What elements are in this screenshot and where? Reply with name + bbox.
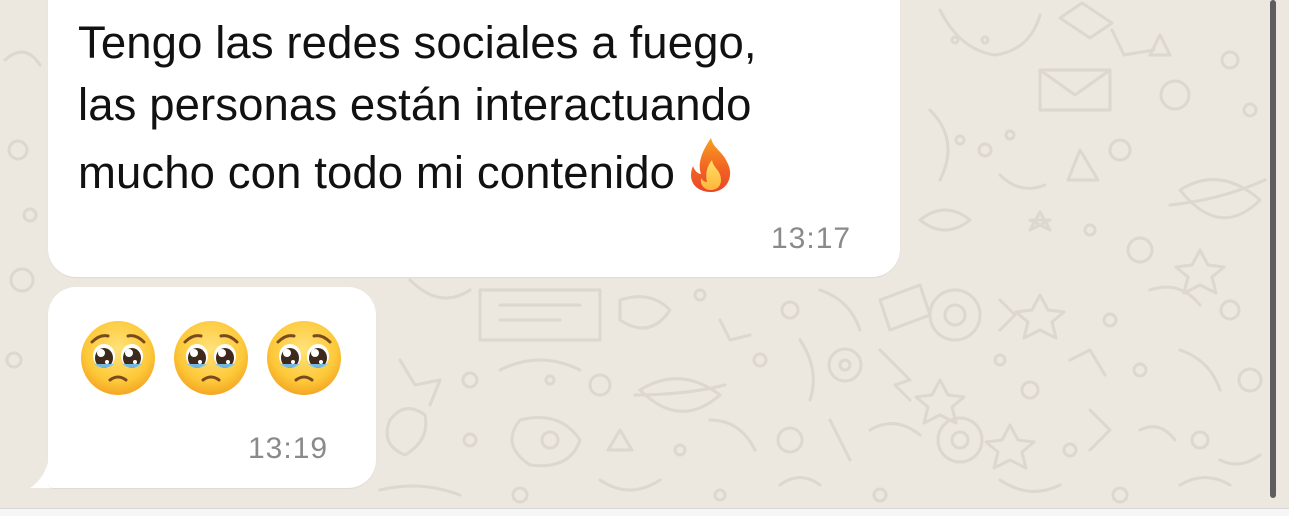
message-line: mucho con todo mi contenido [78,136,878,210]
scrollbar[interactable] [1270,0,1276,498]
message-timestamp: 13:19 [248,432,329,465]
fire-emoji-icon [685,136,737,210]
message-line-text: mucho con todo mi contenido [78,147,676,198]
pleading-face-emoji-icon [80,320,156,401]
message-line: Tengo las redes sociales a fuego, [78,17,757,68]
pleading-face-emoji-icon [266,320,342,401]
message-text: Tengo las redes sociales a fuego, las pe… [78,12,878,210]
message-line: las personas están interactuando [78,79,752,130]
message-timestamp: 13:17 [771,222,852,255]
pleading-face-emoji-icon [173,320,249,401]
